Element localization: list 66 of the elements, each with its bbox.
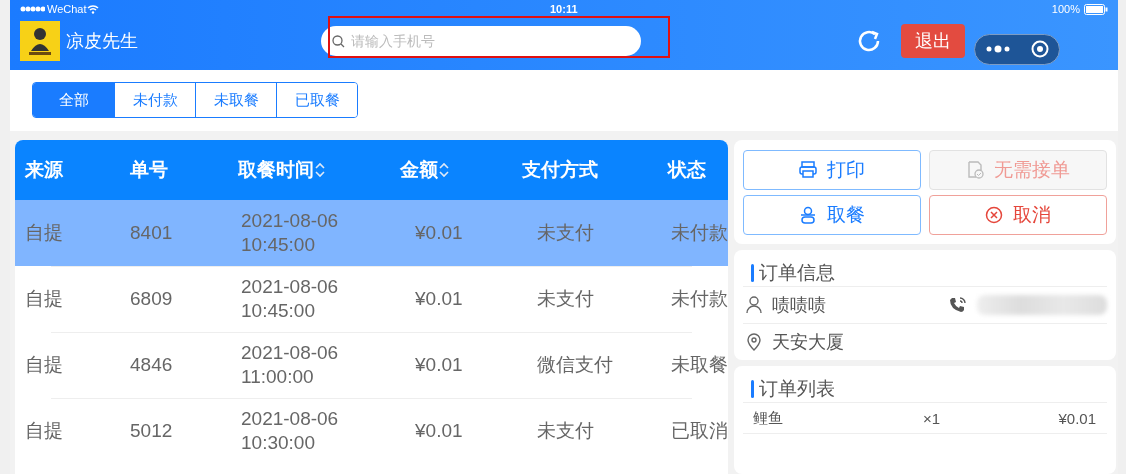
shop-name: 凉皮先生 — [66, 30, 139, 53]
phone-icon[interactable] — [949, 296, 967, 314]
table-row[interactable]: 自提 4846 2021-08-06 11:00:00 ¥0.01 微信支付 未取餐 — [15, 332, 728, 398]
column-header: 来源 — [25, 158, 64, 182]
cancel-button[interactable]: 取消 — [929, 195, 1107, 235]
table-cell-text: 未支付 — [536, 221, 595, 245]
table-cell-text: 自提 — [25, 353, 64, 377]
table-cell-text: 2021-08-06 10:45:00 — [240, 275, 340, 323]
filter-tab[interactable]: 已取餐 — [276, 83, 357, 117]
table-cell-text: 4846 — [130, 354, 174, 376]
table-cell-text: 未支付 — [536, 287, 595, 311]
status-time: 10:11 — [550, 3, 578, 15]
section-title: 订单信息 — [759, 261, 835, 285]
pickup-button[interactable]: 取餐 — [743, 195, 921, 235]
cancel-icon — [985, 206, 1003, 224]
table-cell-text: ¥0.01 — [414, 420, 464, 442]
battery-icon — [1084, 3, 1108, 15]
filter-tab[interactable]: 全部 — [33, 83, 114, 117]
address-text: 天安大厦 — [772, 331, 844, 354]
column-header: 状态 — [668, 158, 707, 182]
column-header[interactable]: 取餐时间 — [238, 157, 400, 183]
search-icon — [332, 35, 345, 48]
wifi-icon — [86, 4, 99, 14]
item-quantity: ×1 — [923, 409, 942, 427]
logout-button[interactable]: 退出 — [901, 24, 965, 58]
signal-icon — [20, 6, 45, 12]
column-header: 支付方式 — [522, 158, 599, 182]
table-cell-text: ¥0.01 — [414, 288, 464, 310]
more-icon — [985, 45, 1010, 53]
table-cell-text: 2021-08-06 11:00:00 — [240, 341, 340, 389]
table-row[interactable]: 自提 6809 2021-08-06 10:45:00 ¥0.01 未支付 未付款 — [15, 266, 728, 332]
table-cell-text: 2021-08-06 10:30:00 — [240, 407, 340, 455]
table-cell-text: 未取餐 — [670, 353, 728, 377]
table-cell-text: 8401 — [130, 222, 174, 244]
capsule-menu[interactable] — [974, 33, 1060, 65]
document-check-icon — [966, 161, 984, 179]
table-cell-text: 5012 — [130, 420, 174, 442]
table-row[interactable]: 自提 8401 2021-08-06 10:45:00 ¥0.01 未支付 未付款 — [15, 200, 728, 266]
table-cell-text: 未支付 — [536, 419, 595, 443]
table-cell-text: 2021-08-06 10:45:00 — [240, 209, 340, 257]
table-row[interactable]: 自提 5012 2021-08-06 10:30:00 ¥0.01 未支付 已取消 — [15, 398, 728, 464]
table-cell-text: ¥0.01 — [414, 354, 464, 376]
person-icon — [799, 206, 817, 224]
logo-icon — [20, 21, 60, 61]
table-cell-text: 自提 — [25, 287, 64, 311]
table-cell-text: 6809 — [130, 288, 174, 310]
search-field[interactable]: 请输入手机号 — [321, 26, 641, 56]
table-cell-text: 未付款 — [670, 287, 728, 311]
table-cell-text: 微信支付 — [536, 353, 614, 377]
table-cell-text: 未付款 — [670, 221, 728, 245]
item-name: 鲤鱼 — [753, 408, 784, 428]
table-cell-text: 自提 — [25, 419, 64, 443]
customer-name: 啧啧啧 — [772, 294, 826, 317]
table-cell-text: 自提 — [25, 221, 64, 245]
carrier-label: WeChat — [47, 3, 87, 15]
person-icon — [746, 296, 762, 314]
printer-icon — [799, 161, 817, 179]
table-cell-text: ¥0.01 — [414, 222, 464, 244]
battery-label: 100% — [1051, 3, 1080, 15]
column-header: 单号 — [130, 158, 169, 182]
location-pin-icon — [746, 333, 762, 351]
item-price: ¥0.01 — [1058, 409, 1096, 427]
table-cell-text: 已取消 — [670, 419, 728, 443]
print-button[interactable]: 打印 — [743, 150, 921, 190]
section-title: 订单列表 — [759, 377, 835, 401]
column-header[interactable]: 金额 — [400, 157, 522, 183]
